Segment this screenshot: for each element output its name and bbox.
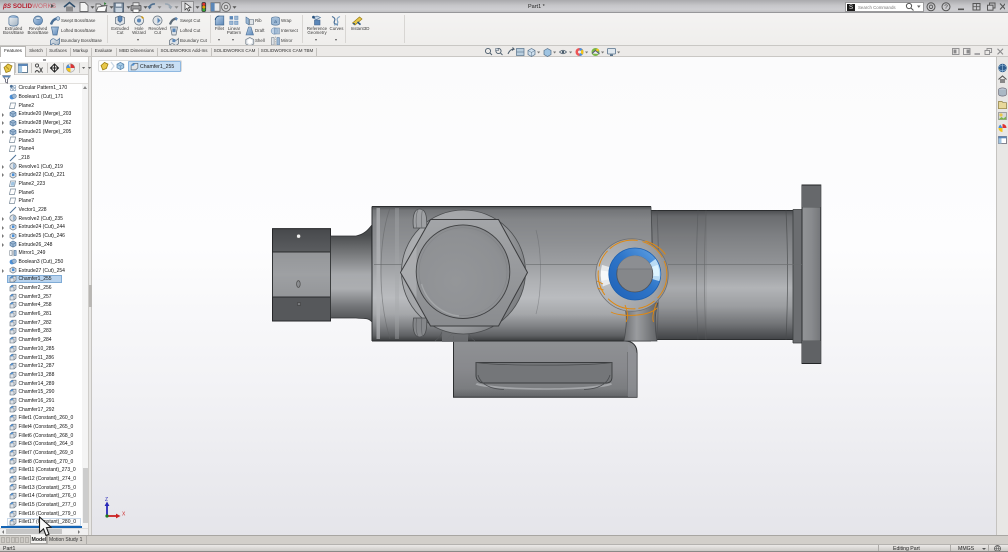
svg-text:Z: Z: [105, 497, 108, 503]
svg-text:?: ?: [944, 4, 948, 11]
svg-text:X: X: [122, 512, 126, 518]
